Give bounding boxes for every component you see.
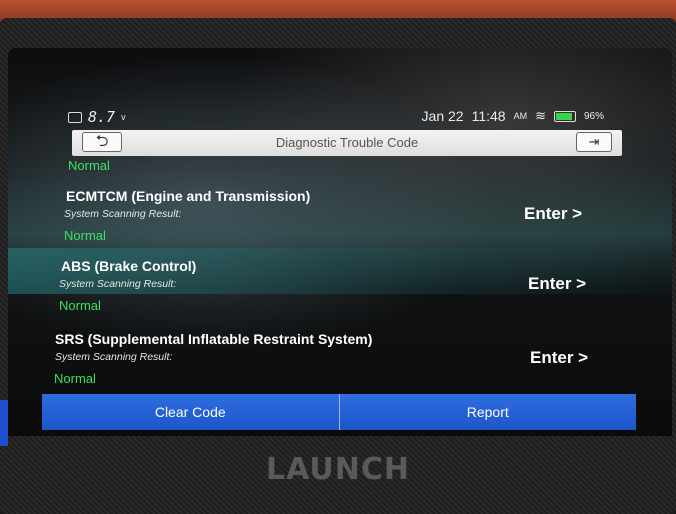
- system-status: Normal: [54, 371, 96, 386]
- system-status: Normal: [59, 298, 101, 313]
- enter-button-ecmtcm[interactable]: Enter >: [524, 204, 582, 224]
- previous-item-status: Normal: [68, 158, 110, 173]
- system-status: Normal: [64, 228, 106, 243]
- system-name: ECMTCM (Engine and Transmission): [66, 188, 311, 204]
- clear-code-button[interactable]: Clear Code: [42, 394, 339, 430]
- enter-button-abs[interactable]: Enter >: [528, 274, 586, 294]
- system-result-label: System Scanning Result:: [55, 351, 173, 363]
- report-button[interactable]: Report: [340, 394, 637, 430]
- device-side-accent: [0, 400, 8, 446]
- system-result-label: System Scanning Result:: [59, 278, 177, 290]
- system-list: Normal ECMTCM (Engine and Transmission) …: [8, 48, 672, 436]
- system-result-label: System Scanning Result:: [64, 208, 182, 220]
- enter-button-srs[interactable]: Enter >: [530, 348, 588, 368]
- system-name: ABS (Brake Control): [61, 258, 197, 274]
- device-screen: 8.7 v Jan 22 11:48 AM ≋ 96% ⮌ Diagnostic…: [8, 48, 672, 436]
- bottom-action-bar: Clear Code Report: [42, 394, 636, 430]
- brand-logo: LAUNCH: [265, 452, 410, 487]
- system-name: SRS (Supplemental Inflatable Restraint S…: [55, 331, 373, 347]
